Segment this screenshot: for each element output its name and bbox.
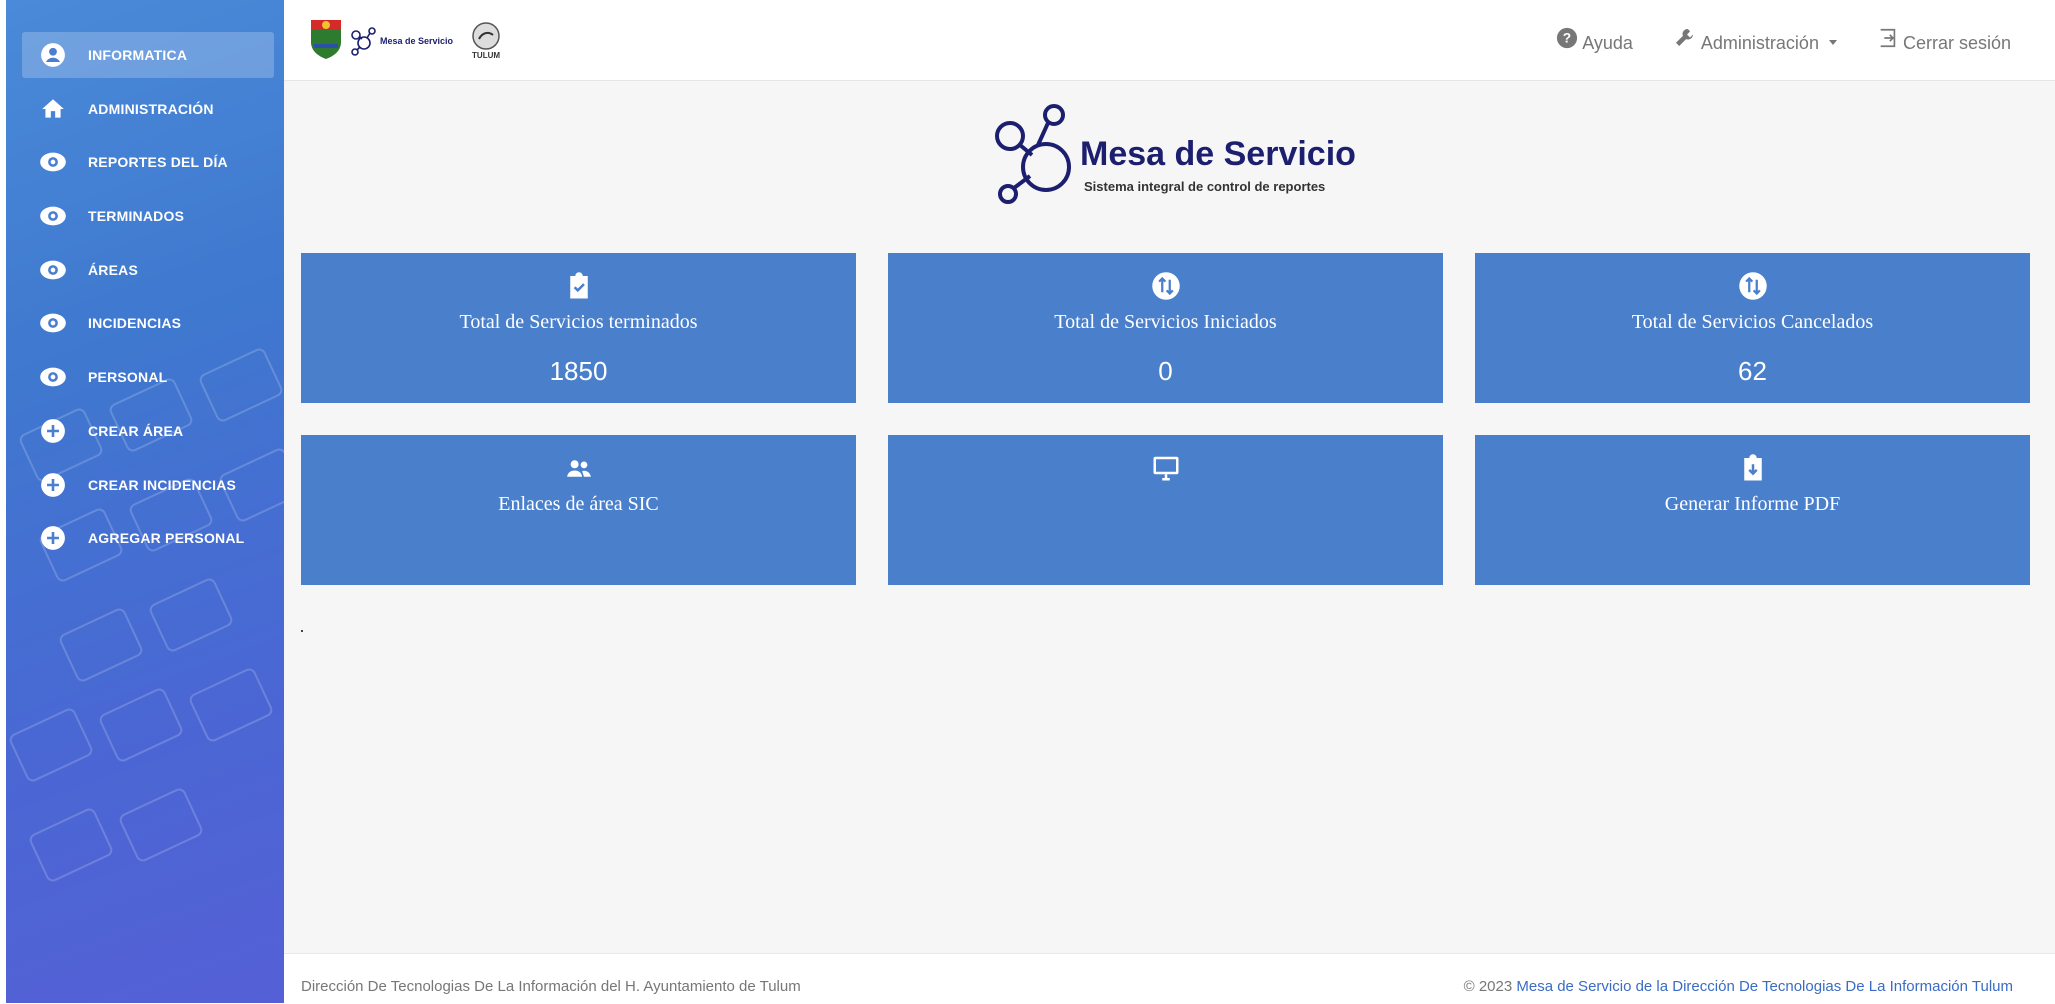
card-title: Enlaces de área SIC	[498, 493, 659, 515]
card-enlaces-area[interactable]: Enlaces de área SIC	[301, 435, 856, 585]
clipboard-check-icon	[564, 271, 594, 301]
brand-subtitle: Sistema integral de control de reportes	[1084, 179, 1326, 194]
municipal-shield-logo	[308, 16, 344, 65]
sidebar-item-areas[interactable]: ÁREAS	[22, 247, 274, 293]
sidebar-item-label: REPORTES DEL DÍA	[88, 154, 228, 171]
logout-icon	[1877, 27, 1899, 54]
card-title: Total de Servicios Iniciados	[1054, 311, 1277, 333]
card-title: Total de Servicios terminados	[459, 311, 698, 333]
footer-copyright: © 2023	[1463, 978, 1513, 995]
footer-link[interactable]: Mesa de Servicio de la Dirección De Tecn…	[1516, 978, 2013, 995]
sidebar-item-label: CREAR ÁREA	[88, 422, 184, 439]
sidebar-item-reportes-del-dia[interactable]: REPORTES DEL DÍA	[22, 139, 274, 185]
sidebar-item-informatica[interactable]: INFORMATICA	[22, 32, 274, 78]
admin-label: Administración	[1700, 33, 1819, 53]
caret-down-icon	[1828, 40, 1837, 45]
footer-left-text: Dirección De Tecnologias De La Informaci…	[301, 978, 801, 995]
sidebar-nav: INFORMATICA ADMINISTRACIÓN REPORTES DEL …	[22, 32, 274, 569]
sidebar-item-label: ÁREAS	[88, 261, 139, 278]
help-link[interactable]: ? Ayuda	[1556, 27, 1633, 54]
eye-icon	[38, 308, 68, 338]
header-logo-text: Mesa de Servicio	[380, 35, 454, 46]
eye-icon	[38, 201, 68, 231]
home-icon	[38, 94, 68, 124]
sidebar-item-crear-incidencias[interactable]: CREAR INCIDENCIAS	[22, 462, 274, 508]
sidebar-item-incidencias[interactable]: INCIDENCIAS	[22, 300, 274, 346]
card-title: Generar Informe PDF	[1664, 493, 1841, 515]
card-monitor[interactable]	[888, 435, 1443, 585]
clipboard-download-icon	[1738, 453, 1768, 483]
sidebar-item-personal[interactable]: PERSONAL	[22, 354, 274, 400]
tulum-logo: TULUM	[471, 21, 501, 60]
top-navbar: Mesa de Servicio TULUM ? Ayuda Administr…	[284, 0, 2055, 81]
sidebar-item-label: PERSONAL	[88, 369, 168, 386]
plus-circle-icon	[38, 470, 68, 500]
sidebar: INFORMATICA ADMINISTRACIÓN REPORTES DEL …	[6, 0, 284, 1003]
monitor-icon	[1151, 453, 1181, 483]
sidebar-item-label: AGREGAR PERSONAL	[88, 530, 245, 547]
sidebar-item-label: ADMINISTRACIÓN	[88, 100, 214, 117]
question-circle-icon: ?	[1556, 27, 1578, 54]
wrench-icon	[1673, 26, 1697, 55]
tulum-logo-text: TULUM	[472, 51, 501, 60]
help-label: Ayuda	[1582, 33, 1633, 53]
sidebar-item-terminados[interactable]: TERMINADOS	[22, 193, 274, 239]
plus-circle-icon	[38, 416, 68, 446]
card-servicios-iniciados[interactable]: Total de Servicios Iniciados 0	[888, 253, 1443, 403]
card-value: 0	[1158, 356, 1173, 386]
card-value: 62	[1738, 356, 1767, 386]
header-actions: ? Ayuda Administración Cerrar sesión	[1556, 26, 2011, 55]
users-icon	[564, 453, 594, 483]
sidebar-item-label: INFORMATICA	[88, 47, 188, 63]
sidebar-item-label: INCIDENCIAS	[88, 315, 182, 332]
swap-vertical-icon	[1151, 271, 1181, 301]
swap-vertical-icon	[1738, 271, 1768, 301]
plus-circle-icon	[38, 523, 68, 553]
svg-text:?: ?	[1563, 31, 1571, 46]
sidebar-item-label: TERMINADOS	[88, 208, 185, 225]
logout-link[interactable]: Cerrar sesión	[1877, 27, 2011, 54]
sidebar-item-label: CREAR INCIDENCIAS	[88, 476, 237, 493]
main-content: Mesa de Servicio Sistema integral de con…	[284, 81, 2055, 953]
sidebar-item-crear-area[interactable]: CREAR ÁREA	[22, 408, 274, 454]
user-circle-icon	[38, 40, 68, 70]
footer: Dirección De Tecnologias De La Informaci…	[284, 953, 2055, 1004]
eye-icon	[38, 362, 68, 392]
mesa-servicio-small-logo: Mesa de Servicio	[350, 26, 453, 56]
sidebar-item-administracion[interactable]: ADMINISTRACIÓN	[22, 86, 274, 132]
eye-icon	[38, 255, 68, 285]
card-generar-informe-pdf[interactable]: Generar Informe PDF	[1475, 435, 2030, 585]
stray-dot	[301, 630, 303, 632]
card-servicios-cancelados[interactable]: Total de Servicios Cancelados 62	[1475, 253, 2030, 403]
brand-logo: Mesa de Servicio Sistema integral de con…	[988, 101, 1368, 211]
eye-icon	[38, 147, 68, 177]
card-servicios-terminados[interactable]: Total de Servicios terminados 1850	[301, 253, 856, 403]
sidebar-item-agregar-personal[interactable]: AGREGAR PERSONAL	[22, 515, 274, 561]
admin-dropdown[interactable]: Administración	[1673, 26, 1837, 55]
card-value: 1850	[549, 356, 608, 386]
logout-label: Cerrar sesión	[1902, 33, 2011, 53]
footer-right: © 2023 Mesa de Servicio de la Dirección …	[1464, 978, 2013, 995]
brand-title: Mesa de Servicio	[1080, 135, 1356, 173]
card-title: Total de Servicios Cancelados	[1631, 311, 1874, 333]
header-logos[interactable]: Mesa de Servicio TULUM	[308, 16, 501, 65]
